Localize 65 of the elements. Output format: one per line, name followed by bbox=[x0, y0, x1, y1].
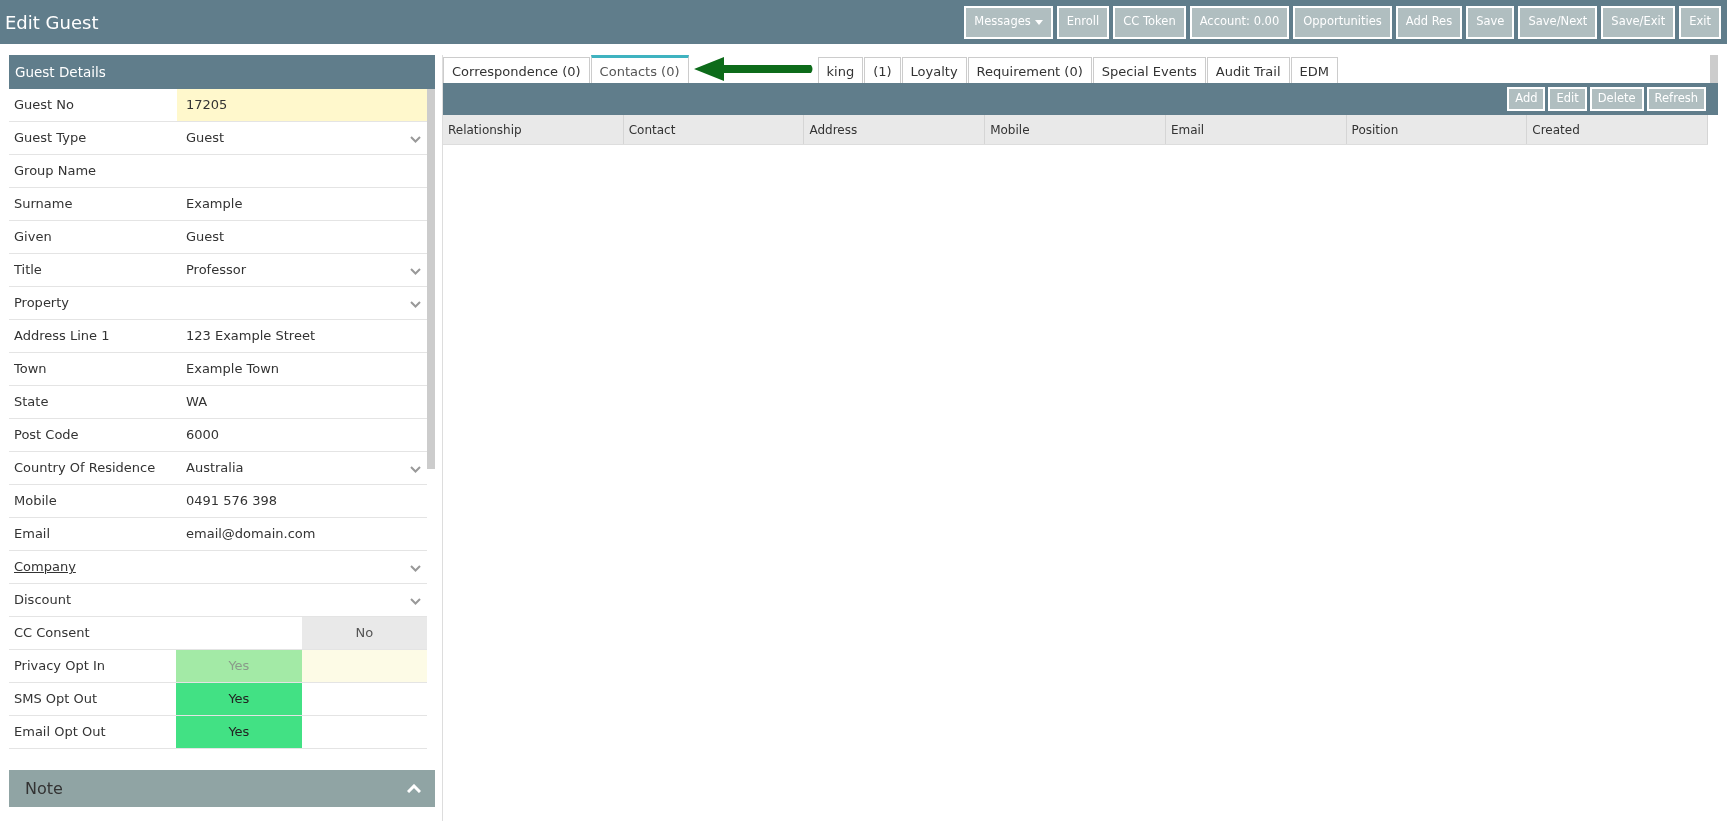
input-field[interactable]: email@domain.com bbox=[177, 518, 427, 550]
toggle-yes[interactable]: Yes bbox=[176, 683, 302, 715]
field-label: Mobile bbox=[13, 492, 58, 511]
select-field[interactable]: Australia bbox=[177, 452, 427, 484]
field-label: Given bbox=[13, 228, 53, 247]
field-label: State bbox=[13, 393, 50, 412]
input-field[interactable]: Example bbox=[177, 188, 427, 220]
column-header[interactable]: Position bbox=[1346, 115, 1528, 144]
chevron-down-icon[interactable] bbox=[410, 598, 421, 605]
field-label: Title bbox=[13, 261, 43, 280]
input-field[interactable]: Example Town bbox=[177, 353, 427, 385]
field-label: Guest Type bbox=[13, 129, 88, 148]
field-label: Guest No bbox=[13, 96, 75, 115]
input-field[interactable]: 123 Example Street bbox=[177, 320, 427, 352]
tab[interactable]: EDM bbox=[1290, 57, 1338, 83]
note-title: Note bbox=[25, 777, 63, 800]
toggle-yes[interactable]: Yes bbox=[176, 716, 302, 748]
chevron-down-icon[interactable] bbox=[410, 268, 421, 275]
column-header[interactable]: Relationship bbox=[443, 115, 624, 144]
column-header[interactable]: Mobile bbox=[985, 115, 1166, 144]
field-label[interactable]: Company bbox=[9, 557, 177, 577]
select-field[interactable]: Professor bbox=[177, 254, 427, 286]
chevron-down-icon[interactable] bbox=[410, 565, 421, 572]
field-label: Town bbox=[13, 360, 48, 379]
tab[interactable]: king bbox=[817, 57, 864, 83]
chevron-down-icon[interactable] bbox=[410, 136, 421, 143]
tab[interactable]: Loyalty bbox=[901, 57, 967, 83]
toggle-no[interactable]: No bbox=[301, 617, 427, 649]
scrollbar[interactable] bbox=[1710, 55, 1718, 83]
field-label: Property bbox=[13, 294, 70, 313]
tab[interactable]: Contacts (0) bbox=[590, 55, 689, 83]
panel-header: Guest Details bbox=[9, 55, 435, 89]
input-field[interactable]: 6000 bbox=[177, 419, 427, 451]
chevron-down-icon[interactable] bbox=[410, 301, 421, 308]
input-field[interactable]: WA bbox=[177, 386, 427, 418]
field-label: Email Opt Out bbox=[13, 723, 107, 742]
column-header[interactable]: Contact bbox=[623, 115, 805, 144]
column-header[interactable]: Address bbox=[804, 115, 986, 144]
field-label: Privacy Opt In bbox=[13, 657, 106, 676]
column-header[interactable]: Created bbox=[1527, 115, 1709, 144]
select-field[interactable]: Guest bbox=[177, 122, 427, 154]
tab[interactable]: Requirement (0) bbox=[967, 57, 1092, 83]
field-label: Discount bbox=[13, 591, 73, 610]
window-title: Edit Guest bbox=[5, 10, 99, 35]
chevron-icon[interactable] bbox=[407, 784, 421, 793]
field-label: Country Of Residence bbox=[13, 459, 157, 478]
chevron-down-icon[interactable] bbox=[410, 466, 421, 473]
input-field[interactable]: Guest bbox=[177, 221, 427, 253]
field-label: Surname bbox=[13, 195, 74, 214]
input-field[interactable]: 0491 576 398 bbox=[177, 485, 427, 517]
scrollbar[interactable] bbox=[427, 89, 435, 469]
field-value: 17205 bbox=[177, 89, 427, 121]
tab[interactable]: Special Events bbox=[1092, 57, 1206, 83]
tab[interactable]: Audit Trail bbox=[1206, 57, 1290, 83]
field-label: SMS Opt Out bbox=[13, 690, 99, 709]
field-label: CC Consent bbox=[13, 624, 91, 643]
tab[interactable]: Correspondence (0) bbox=[443, 57, 590, 83]
field-label: Group Name bbox=[13, 162, 98, 181]
field-label: Email bbox=[13, 525, 52, 544]
column-header[interactable]: Email bbox=[1165, 115, 1347, 144]
note-header[interactable]: Note bbox=[9, 770, 435, 807]
tab[interactable]: (1) bbox=[864, 57, 901, 83]
field-label: Post Code bbox=[13, 426, 80, 445]
caret-icon bbox=[1034, 19, 1043, 25]
field-label: Address Line 1 bbox=[13, 327, 111, 346]
